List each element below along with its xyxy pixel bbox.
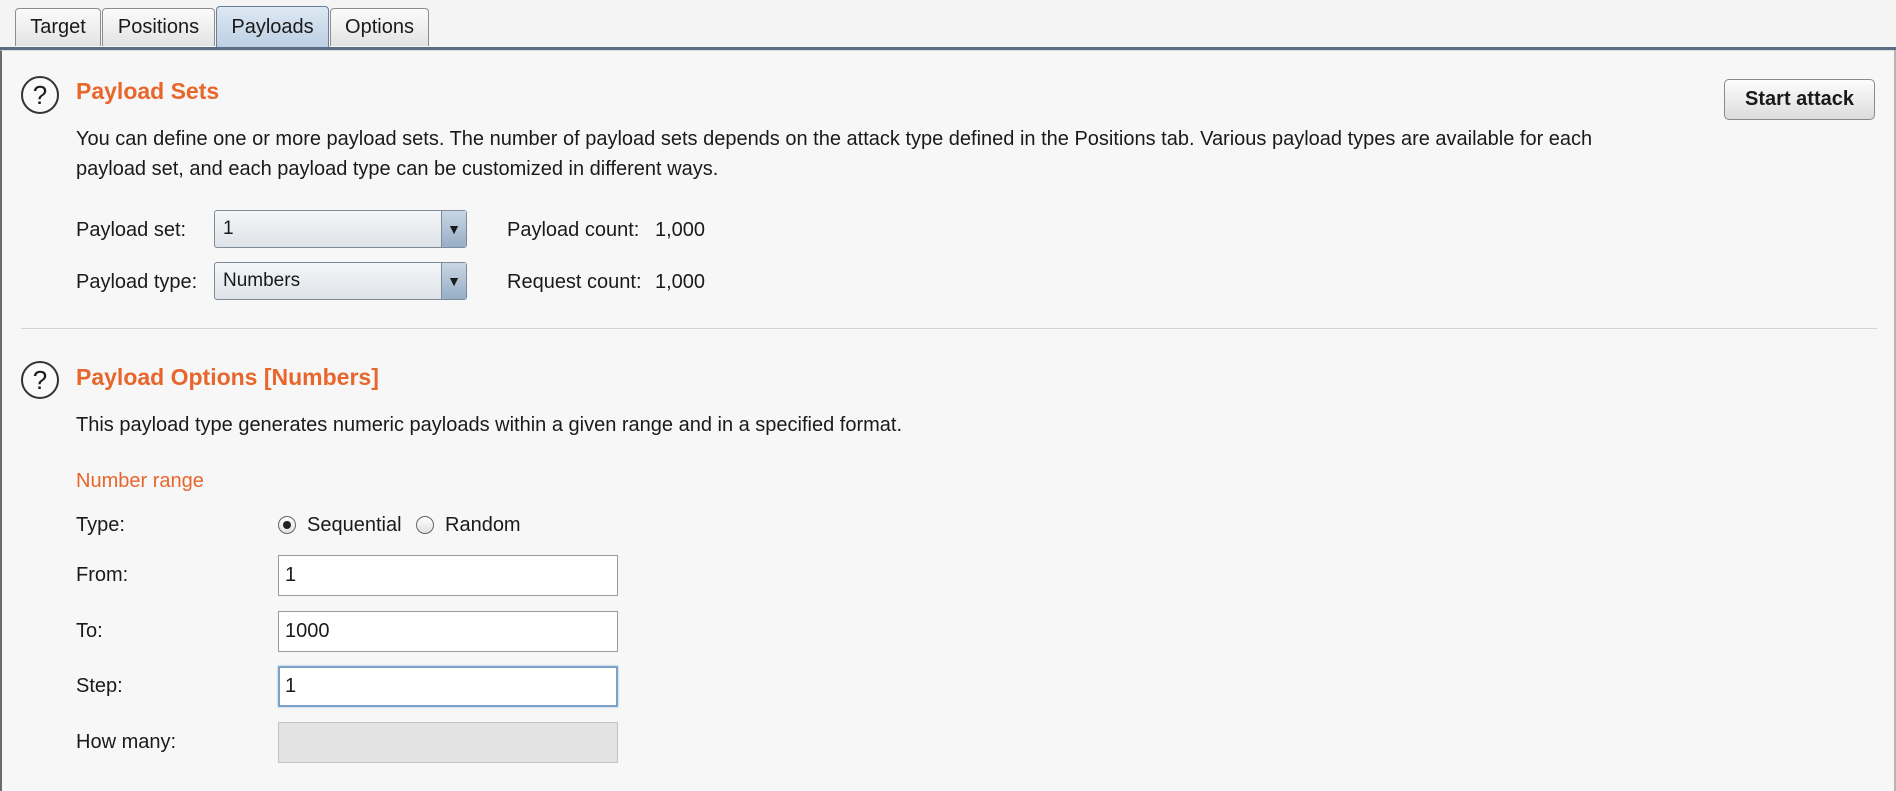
chevron-down-icon[interactable]: ▼ — [441, 211, 466, 247]
how-many-field[interactable] — [278, 722, 618, 763]
payload-sets-description-1: You can define one or more payload sets.… — [76, 128, 1593, 150]
help-icon[interactable]: ? — [21, 361, 59, 399]
random-label: Random — [445, 514, 521, 536]
type-label: Type: — [76, 514, 125, 536]
tab-options[interactable]: Options — [330, 8, 429, 46]
request-count-label: Request count: — [507, 271, 642, 293]
to-field[interactable]: 1000 — [278, 611, 618, 652]
payload-count-label: Payload count: — [507, 219, 640, 241]
tab-payloads[interactable]: Payloads — [216, 6, 329, 48]
payload-type-select[interactable]: Numbers ▼ — [214, 262, 467, 300]
help-icon[interactable]: ? — [21, 76, 59, 114]
start-attack-button[interactable]: Start attack — [1724, 79, 1875, 120]
sequential-label: Sequential — [307, 514, 402, 536]
sequential-radio[interactable] — [278, 516, 296, 534]
payload-type-label: Payload type: — [76, 271, 198, 293]
tab-target[interactable]: Target — [15, 8, 101, 46]
payload-options-description: This payload type generates numeric payl… — [76, 414, 903, 436]
payload-sets-description-2: payload set, and each payload type can b… — [76, 158, 719, 180]
random-radio[interactable] — [416, 516, 434, 534]
number-range-heading: Number range — [76, 470, 204, 492]
step-label: Step: — [76, 675, 123, 697]
chevron-down-icon[interactable]: ▼ — [441, 263, 466, 299]
payload-set-value: 1 — [223, 218, 234, 239]
section-divider — [21, 328, 1877, 329]
step-field[interactable]: 1 — [278, 666, 618, 707]
payload-sets-title: Payload Sets — [76, 78, 220, 104]
payload-count-value: 1,000 — [655, 219, 706, 241]
tab-positions[interactable]: Positions — [102, 8, 215, 46]
payload-type-value: Numbers — [223, 270, 301, 291]
to-label: To: — [76, 620, 103, 642]
how-many-label: How many: — [76, 731, 177, 753]
request-count-value: 1,000 — [655, 271, 706, 293]
from-field[interactable]: 1 — [278, 555, 618, 596]
from-label: From: — [76, 564, 129, 586]
payload-set-label: Payload set: — [76, 219, 187, 241]
payload-set-select[interactable]: 1 ▼ — [214, 210, 467, 248]
payload-options-title: Payload Options [Numbers] — [76, 364, 379, 390]
